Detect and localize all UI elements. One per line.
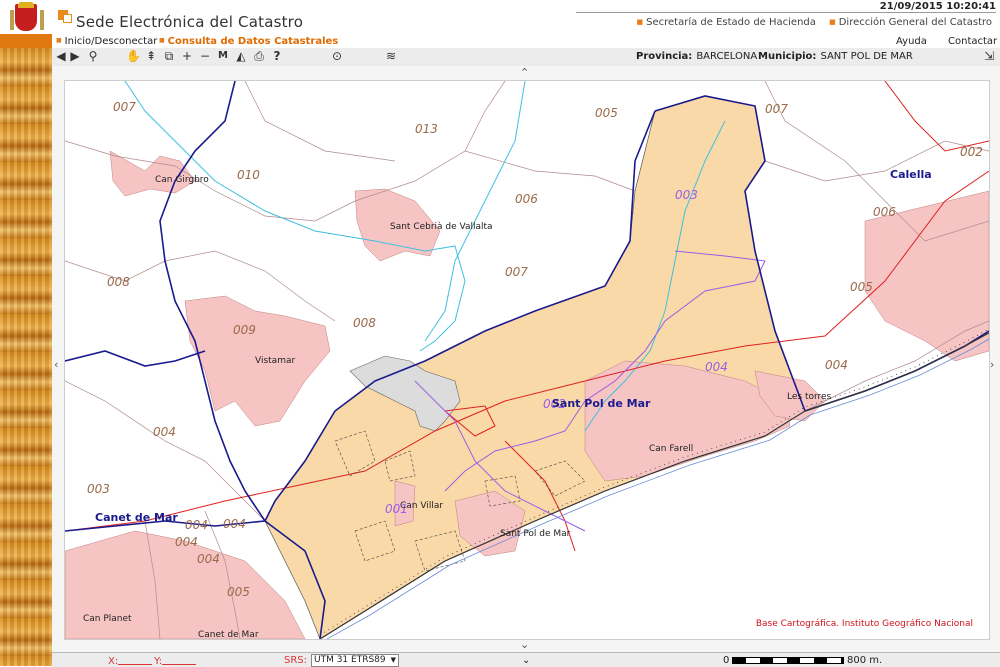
place-label: Can Villar (400, 501, 443, 511)
sidebar-decoration (0, 48, 52, 666)
polygon-label: 007 (765, 102, 788, 116)
toolbar: ◀ ▶ ⚲ ✋ ⇞ ⧉ + − M ◭ ⎙ ? ⊙ ≋ Provincia: BA… (52, 48, 1000, 67)
place-label: Can Farell (649, 444, 693, 454)
datetime: 21/09/2015 10:20:41 (576, 1, 996, 13)
help-icon[interactable]: ? (270, 49, 284, 63)
polygon-label: 006 (515, 192, 538, 206)
scale-bar (732, 657, 844, 664)
x-field[interactable] (118, 655, 153, 665)
exit-icon[interactable]: ⇲ (982, 49, 996, 63)
provincia-value: BARCELONA (696, 51, 758, 62)
polygon-label: 005 (595, 106, 618, 120)
place-label: Can Girgbro (155, 175, 209, 185)
polygon-label: 004 (223, 517, 246, 531)
place-label: Canet de Mar (198, 630, 259, 639)
menu-login[interactable]: Inicio/Desconectar (56, 36, 158, 47)
zoom-window-icon[interactable]: ⧉ (162, 49, 176, 63)
polygon-label: 010 (237, 168, 260, 182)
area-icon[interactable]: ◭ (234, 49, 248, 63)
y-coordinate: Y: (154, 655, 197, 667)
urban-area-north (109, 150, 196, 197)
menu-consulta[interactable]: Consulta de Datos Catastrales (159, 36, 339, 47)
polygon-label: 005 (850, 280, 873, 294)
polygon-label: 005 (227, 585, 250, 599)
link-secretaria[interactable]: Secretaría de Estado de Hacienda (637, 17, 816, 28)
polygon-label: 013 (415, 122, 438, 136)
pan-south-arrow-icon[interactable]: ⌄ (522, 655, 530, 666)
y-field[interactable] (162, 655, 197, 665)
polygon-label: 004 (197, 552, 220, 566)
place-label: Les torres (787, 392, 832, 402)
pan-west-icon[interactable]: ‹ (54, 358, 58, 371)
place-label: Can Planet (83, 614, 132, 624)
municipality-label: Calella (890, 168, 932, 181)
zoom-in-area-icon[interactable]: ⇞ (144, 49, 158, 63)
scale-end: 800 m. (847, 655, 883, 666)
print-icon[interactable]: ⎙ (252, 49, 266, 63)
scale-start: 0 (723, 655, 730, 666)
menu-ayuda[interactable]: Ayuda (896, 36, 927, 47)
polygon-label: 004 (705, 360, 728, 374)
pan-hand-icon[interactable]: ✋ (126, 49, 141, 63)
place-label: Sant Cebrià de Vallalta (390, 222, 493, 232)
municipio-value: SANT POL DE MAR (820, 51, 913, 62)
municipality-label: Canet de Mar (95, 511, 178, 524)
zoom-plus-icon[interactable]: + (180, 49, 194, 63)
status-bar: X: Y: SRS: UTM 31 ETRS89 ⌄ 0 800 m. (52, 652, 1000, 667)
coat-of-arms-logo (5, 2, 49, 34)
municipio-info: Municipio: SANT POL DE MAR (758, 51, 913, 62)
polygon-label: 002 (960, 145, 983, 159)
provincia-label: Provincia: (636, 51, 693, 62)
site-title: Sede Electrónica del Catastro (76, 13, 304, 31)
gov-links: Secretaría de Estado de Hacienda Direcci… (627, 17, 992, 28)
x-coordinate: X: (108, 655, 153, 667)
provincia-info: Provincia: BARCELONA (636, 51, 757, 62)
y-label: Y: (154, 656, 163, 667)
srs-select[interactable]: UTM 31 ETRS89 (311, 654, 399, 667)
municipality-label: Sant Pol de Mar (552, 397, 651, 410)
polygon-label: 009 (233, 323, 256, 337)
polygon-label: 007 (113, 100, 136, 114)
polygon-label: 006 (873, 205, 896, 219)
map-frame: ⌃ ‹ › ⌄ 007 013 005 007 010 006 003 002 … (52, 66, 1000, 652)
polygon-label: 003 (87, 482, 110, 496)
polygon-label: 004 (825, 358, 848, 372)
municipio-label: Municipio: (758, 51, 817, 62)
polygon-label: 003 (675, 188, 698, 202)
place-label: Vistamar (255, 356, 295, 366)
polygon-label: 004 (175, 535, 198, 549)
polygon-label: 008 (353, 316, 376, 330)
place-label: Sant Pol de Mar (500, 529, 571, 539)
srs-value: UTM 31 ETRS89 (314, 655, 386, 665)
magnifier-icon[interactable]: ⚲ (86, 49, 100, 63)
location-pin-icon[interactable]: ⊙ (330, 49, 344, 63)
link-direccion[interactable]: Dirección General del Catastro (829, 17, 992, 28)
pan-east-icon[interactable]: › (990, 358, 994, 371)
logo-bar (0, 34, 52, 48)
menu-bar: Inicio/Desconectar Consulta de Datos Cat… (52, 34, 1000, 49)
srs-label: SRS: (284, 655, 308, 666)
arrow-right-icon[interactable]: ▶ (68, 49, 82, 63)
layers-icon[interactable]: ≋ (384, 49, 398, 63)
polygon-label: 004 (153, 425, 176, 439)
arrow-left-icon[interactable]: ◀ (54, 49, 68, 63)
measure-icon[interactable]: M (216, 49, 230, 63)
pan-north-icon[interactable]: ⌃ (520, 66, 529, 79)
map-canvas[interactable]: 007 013 005 007 010 006 003 002 006 007 … (65, 81, 989, 639)
cadastral-map[interactable]: 007 013 005 007 010 006 003 002 006 007 … (64, 80, 990, 640)
polygon-label: 008 (107, 275, 130, 289)
menu-contactar[interactable]: Contactar (948, 36, 997, 47)
zoom-minus-icon[interactable]: − (198, 49, 212, 63)
polygon-label: 004 (185, 518, 208, 532)
polygon-label: 007 (505, 265, 528, 279)
x-label: X: (108, 656, 119, 667)
map-attribution: Base Cartográfica. Instituto Geográfico … (755, 619, 973, 629)
